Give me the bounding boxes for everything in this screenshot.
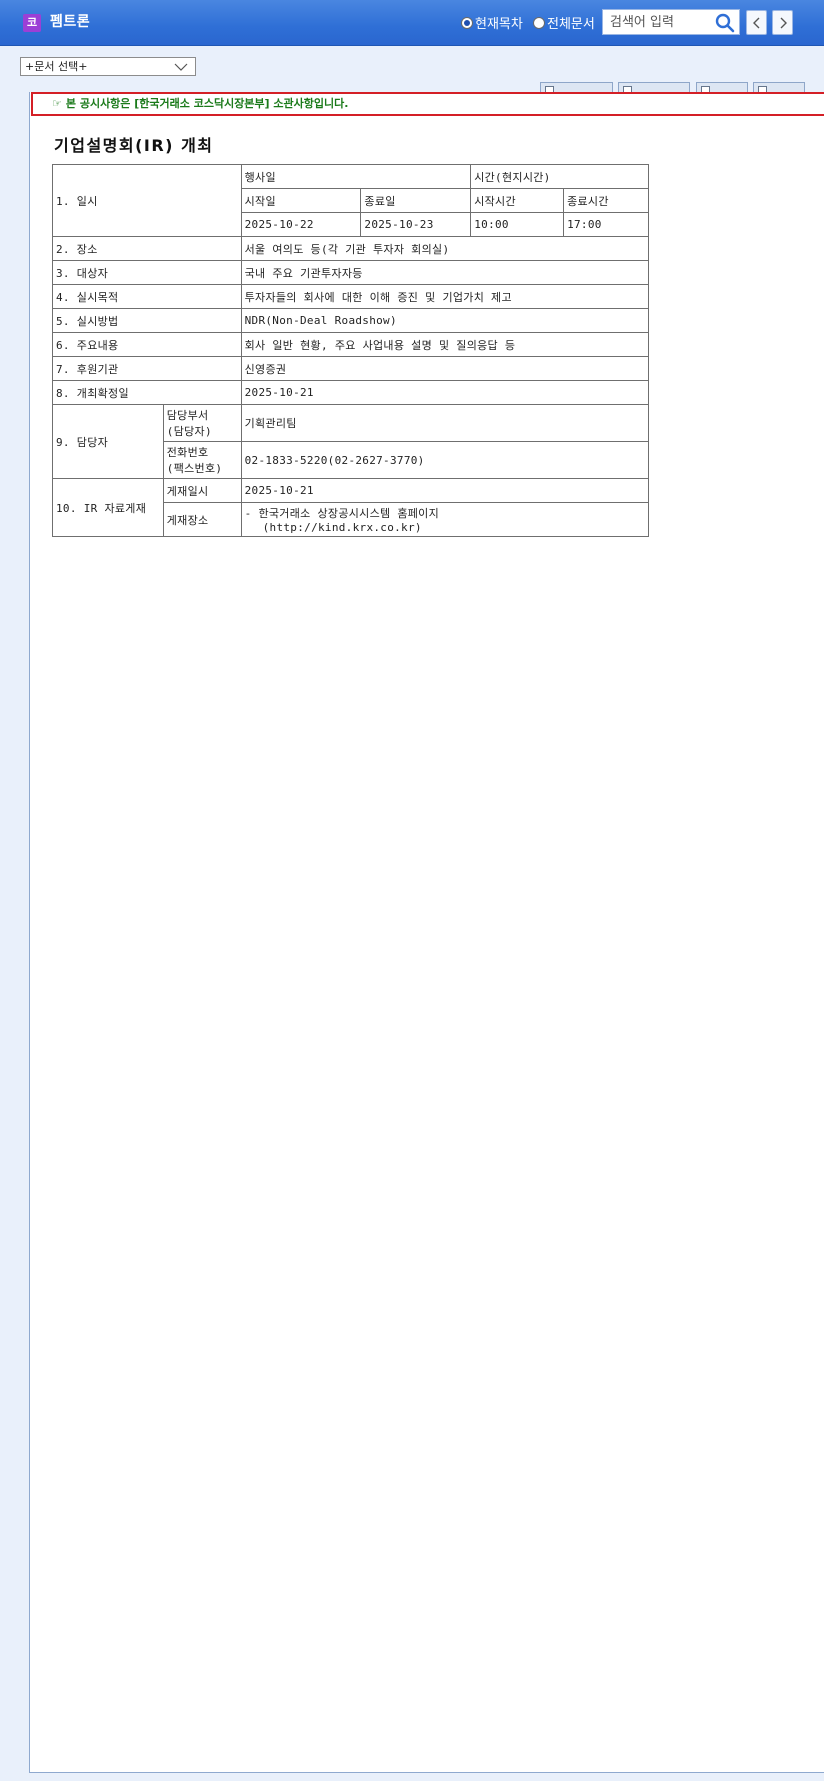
value-start-time: 10:00 xyxy=(470,212,565,237)
radio-all-documents-label: 전체문서 xyxy=(546,17,595,32)
header-end-date: 종료일 xyxy=(360,188,472,213)
table-row: 1. 일시 행사일 시간(현지시간) xyxy=(52,164,649,237)
ir-disclosure-table: 1. 일시 행사일 시간(현지시간) 시작일 종료일 시작시간 종료시간 202… xyxy=(52,164,650,537)
value-end-date: 2025-10-23 xyxy=(360,212,472,237)
posting-place-line1: - 한국거래소 상장공시시스템 홈페이지 xyxy=(244,507,440,520)
corp-badge-icon: 코 xyxy=(23,14,41,32)
header-event-date: 행사일 xyxy=(240,164,472,189)
radio-selected-icon[interactable] xyxy=(461,16,473,29)
header-time-local: 시간(현지시간) xyxy=(470,164,649,189)
contact-dept-label-line1: 담당부서 xyxy=(166,409,209,422)
row-label-confirm-date: 8. 개최확정일 xyxy=(52,380,242,405)
search-box xyxy=(602,9,740,35)
contact-phone-label: 전화번호 (팩스번호) xyxy=(162,441,242,479)
document-title: 기업설명회(IR) 개최 xyxy=(54,136,214,155)
row-label-content: 6. 주요내용 xyxy=(52,332,242,357)
document-select-value: +문서 선택+ xyxy=(25,60,88,73)
contact-phone-value: 02-1833-5220(02-2627-3770) xyxy=(240,441,650,479)
table-row: 5. 실시방법 NDR(Non-Deal Roadshow) xyxy=(52,308,650,333)
row-label-venue: 2. 장소 xyxy=(52,236,242,261)
table-row: 3. 대상자 국내 주요 기관투자자등 xyxy=(52,260,650,285)
value-end-time: 17:00 xyxy=(563,212,649,237)
top-header-bar: 코 펨트론 현재목차 전체문서 xyxy=(0,0,824,46)
row-value-purpose: 투자자들의 회사에 대한 이해 증진 및 기업가치 제고 xyxy=(240,284,650,309)
row-label-schedule: 1. 일시 xyxy=(52,164,242,237)
contact-dept-value: 기획관리팀 xyxy=(240,404,650,442)
value-start-date: 2025-10-22 xyxy=(240,212,362,237)
posting-date-label: 게재일시 xyxy=(162,478,242,503)
table-row: 2. 장소 서울 여의도 등(각 기관 투자자 회의실) xyxy=(52,236,650,261)
chevron-left-icon xyxy=(753,17,760,29)
document-content-frame: ☞ 본 공시사항은 [한국거래소 코스닥시장본부] 소관사항입니다. 기업설명회(… xyxy=(29,92,824,1773)
prev-page-button[interactable] xyxy=(746,10,767,35)
header-end-time: 종료시간 xyxy=(563,188,649,213)
notice-text: 본 공시사항은 [한국거래소 코스닥시장본부] 소관사항입니다. xyxy=(65,97,349,110)
next-page-button[interactable] xyxy=(772,10,793,35)
header-start-date: 시작일 xyxy=(240,188,362,213)
row-label-audience: 3. 대상자 xyxy=(52,260,242,285)
radio-current-toc-label: 현재목차 xyxy=(475,17,523,32)
search-input[interactable] xyxy=(603,10,720,34)
table-row: 9. 담당자 담당부서 (담당자) 기획관리팀 xyxy=(52,404,650,479)
contact-dept-label: 담당부서 (담당자) xyxy=(162,404,242,442)
posting-place-label: 게재장소 xyxy=(162,502,242,537)
row-value-content: 회사 일반 현황, 주요 사업내용 설명 및 질의응답 등 xyxy=(240,332,650,357)
contact-dept-label-line2: (담당자) xyxy=(166,425,212,438)
row-value-confirm-date: 2025-10-21 xyxy=(240,380,650,405)
radio-all-documents[interactable]: 전체문서 xyxy=(532,13,595,32)
posting-place-url[interactable]: (http://kind.krx.co.kr) xyxy=(245,521,422,534)
row-label-method: 5. 실시방법 xyxy=(52,308,242,333)
table-row: 4. 실시목적 투자자들의 회사에 대한 이해 증진 및 기업가치 제고 xyxy=(52,284,650,309)
search-scope-radio-group: 현재목차 전체문서 xyxy=(461,13,601,33)
corp-name: 펨트론 xyxy=(50,14,91,30)
row-value-audience: 국내 주요 기관투자자등 xyxy=(240,260,650,285)
table-row: 8. 개최확정일 2025-10-21 xyxy=(52,380,650,405)
table-row: 6. 주요내용 회사 일반 현황, 주요 사업내용 설명 및 질의응답 등 xyxy=(52,332,650,357)
document-select-dropdown[interactable]: +문서 선택+ xyxy=(20,57,196,76)
table-row: 7. 후원기관 신영증권 xyxy=(52,356,650,381)
row-value-venue: 서울 여의도 등(각 기관 투자자 회의실) xyxy=(240,236,650,261)
table-row: 10. IR 자료게재 게재일시 2025-10-21 xyxy=(52,478,650,537)
pointing-hand-icon: ☞ xyxy=(52,97,62,110)
chevron-down-icon xyxy=(174,63,188,71)
contact-phone-label-line2: (팩스번호) xyxy=(166,462,223,475)
radio-unselected-icon[interactable] xyxy=(532,16,545,29)
row-label-purpose: 4. 실시목적 xyxy=(52,284,242,309)
search-icon[interactable] xyxy=(715,13,735,33)
posting-date-value: 2025-10-21 xyxy=(240,478,650,503)
header-start-time: 시작시간 xyxy=(470,188,565,213)
row-value-sponsor: 신영증권 xyxy=(240,356,650,381)
row-label-ir-posting: 10. IR 자료게재 xyxy=(52,478,164,537)
jurisdiction-notice: ☞ 본 공시사항은 [한국거래소 코스닥시장본부] 소관사항입니다. xyxy=(31,92,824,116)
row-label-contact: 9. 담당자 xyxy=(52,404,164,479)
contact-phone-label-line1: 전화번호 xyxy=(166,446,209,459)
row-label-sponsor: 7. 후원기관 xyxy=(52,356,242,381)
posting-place-value: - 한국거래소 상장공시시스템 홈페이지 (http://kind.krx.co… xyxy=(240,502,650,537)
radio-current-toc[interactable]: 현재목차 xyxy=(461,13,523,32)
chevron-right-icon xyxy=(780,17,787,29)
row-value-method: NDR(Non-Deal Roadshow) xyxy=(240,308,650,333)
